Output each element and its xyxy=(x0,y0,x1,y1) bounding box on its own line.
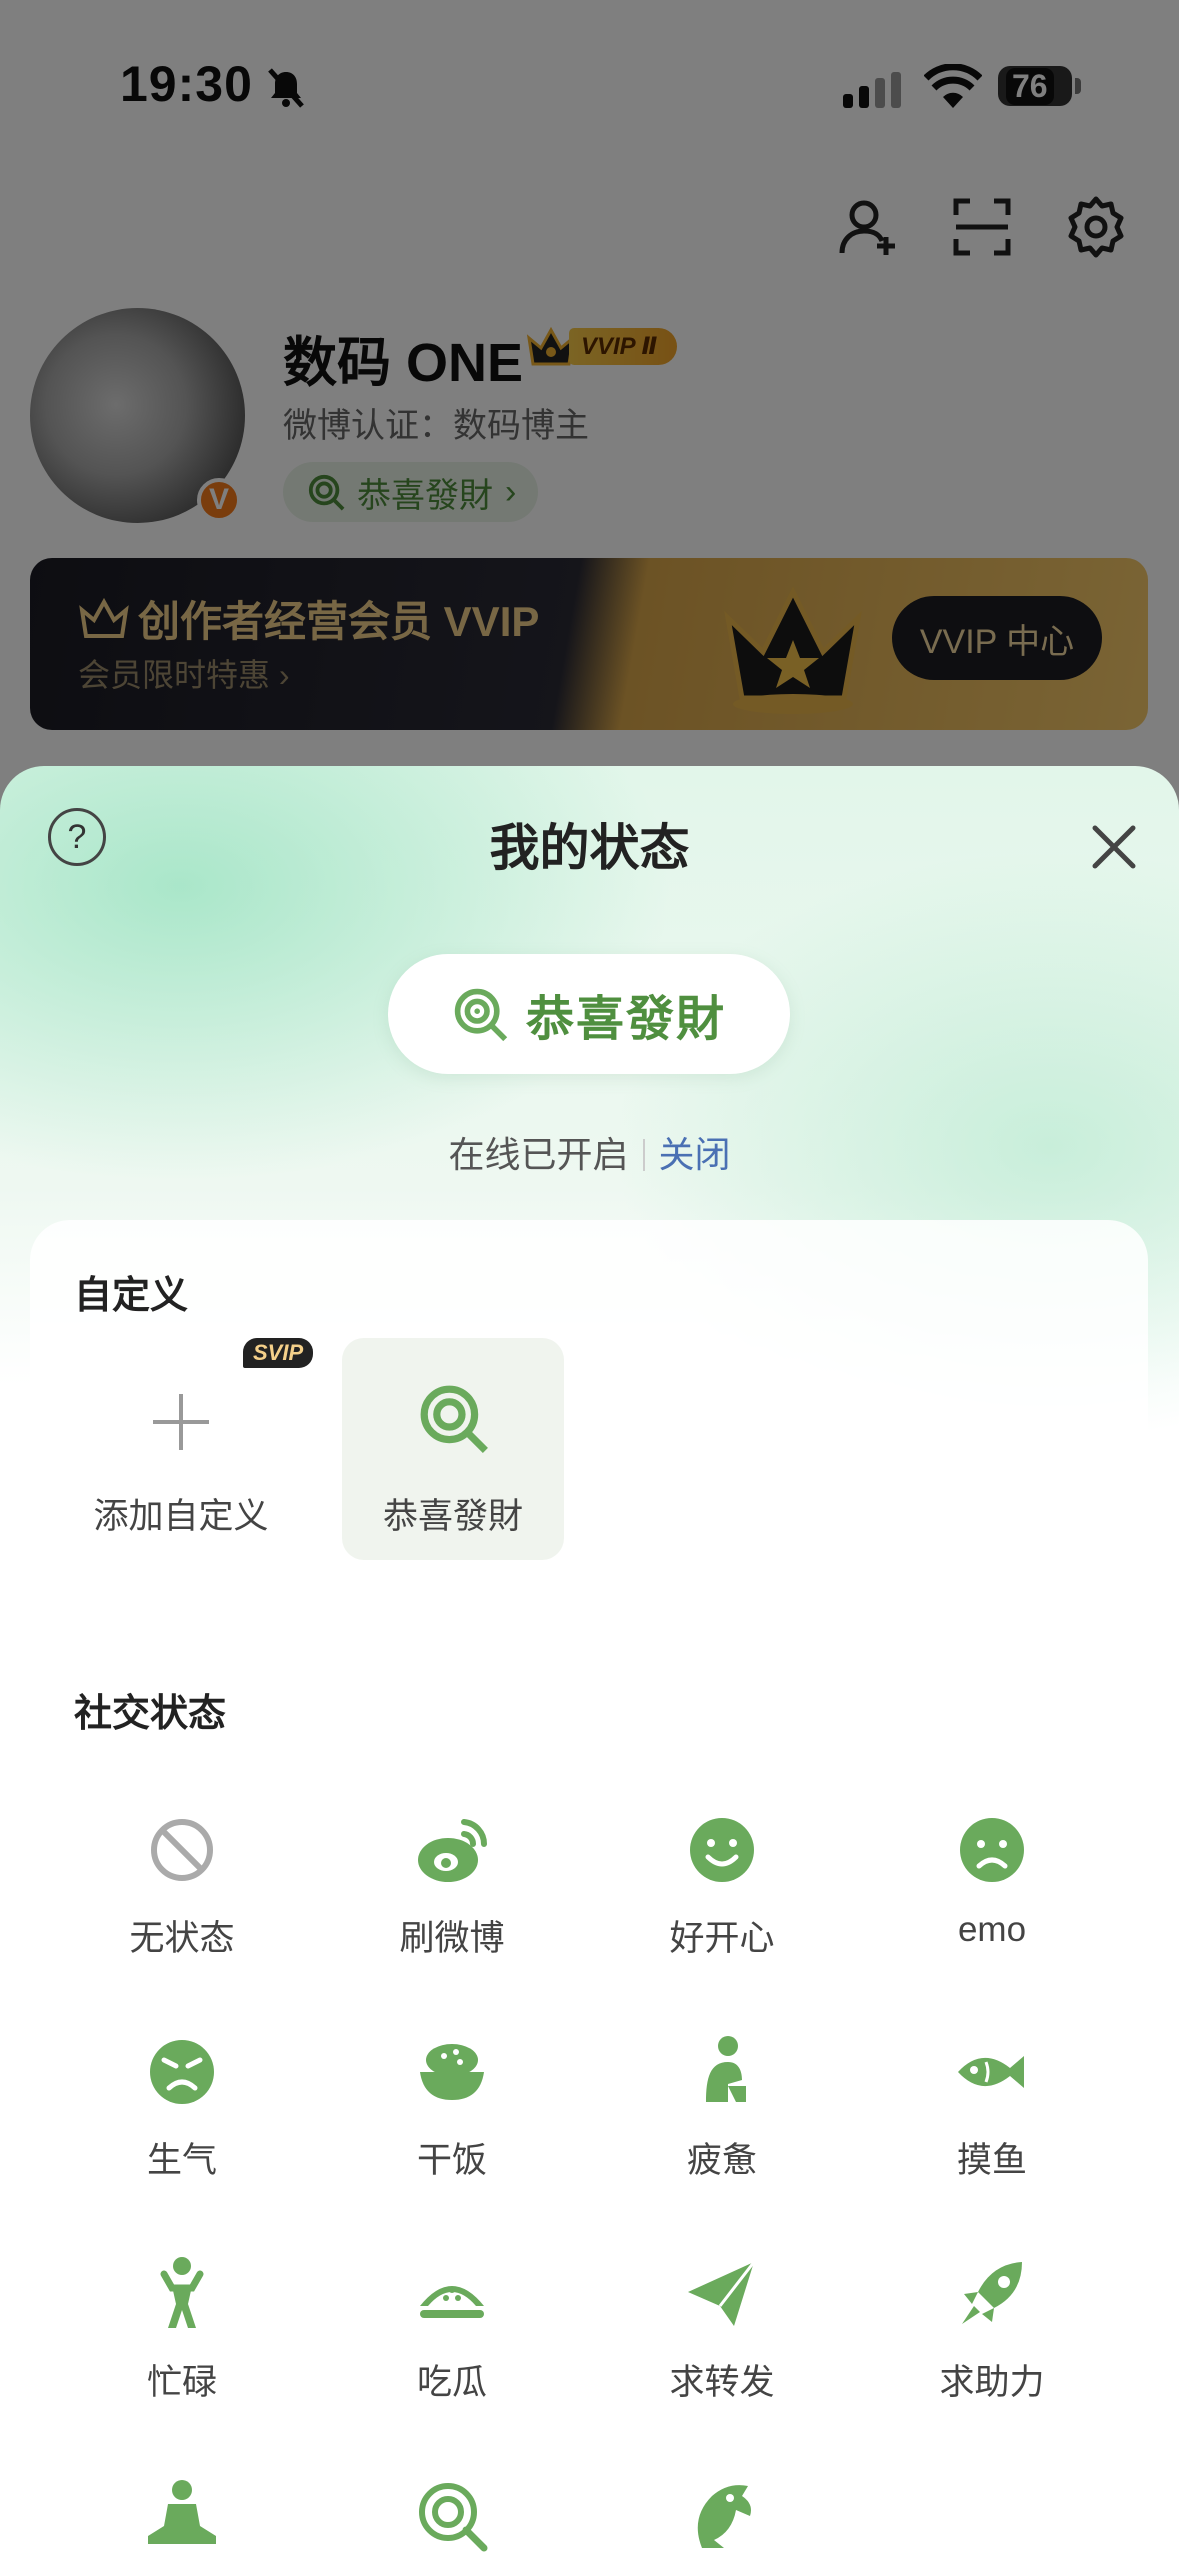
social-status-label: 无状态 xyxy=(129,1919,235,1958)
rice-bowl-icon xyxy=(420,2044,484,2100)
happy-face-icon xyxy=(690,1818,754,1882)
custom-status-item[interactable]: 恭喜發財 xyxy=(342,1338,564,1560)
social-status-label: 求转发 xyxy=(669,2363,775,2402)
custom-section: 自定义 添加自定义 SVIP 恭喜發財 xyxy=(30,1220,1148,1592)
meditation-icon xyxy=(148,2480,216,2544)
social-status-label: 好开心 xyxy=(669,1919,775,1958)
paper-plane-icon xyxy=(688,2261,756,2326)
status-icon-wrap xyxy=(317,2032,587,2112)
busy-person-icon xyxy=(160,2257,204,2328)
status-icon-wrap xyxy=(857,2032,1127,2112)
social-status-item[interactable] xyxy=(47,2476,317,2556)
social-status-item[interactable]: 忙碌 xyxy=(47,2254,317,2454)
sad-face-icon xyxy=(960,1818,1024,1882)
status-icon-wrap xyxy=(47,1810,317,1890)
social-status-label: 干饭 xyxy=(416,2141,487,2180)
status-icon-wrap xyxy=(317,2476,587,2556)
lollipop-icon xyxy=(454,988,508,1042)
watermelon-icon xyxy=(420,2286,484,2318)
dolphin-icon xyxy=(697,2485,751,2548)
rocket-icon xyxy=(962,2262,1022,2324)
current-status-pill[interactable]: 恭喜發財 xyxy=(388,954,790,1074)
weibo-icon xyxy=(418,1819,488,1882)
status-icon-wrap xyxy=(857,2254,1127,2334)
social-status-label: 疲惫 xyxy=(686,2141,757,2180)
status-icon-wrap xyxy=(587,1810,857,1890)
social-status-item[interactable]: 疲惫 xyxy=(587,2032,857,2232)
divider xyxy=(642,1139,645,1171)
social-status-item[interactable]: 无状态 xyxy=(47,1810,317,2010)
social-status-label: emo xyxy=(957,1910,1027,1949)
status-icon-wrap xyxy=(587,2476,857,2556)
social-status-label: 求助力 xyxy=(939,2363,1045,2402)
social-status-item[interactable]: 求转发 xyxy=(587,2254,857,2454)
status-icon-wrap xyxy=(317,1810,587,1890)
tired-person-icon xyxy=(706,2036,746,2102)
social-status-item[interactable]: 摸鱼 xyxy=(857,2032,1127,2232)
close-icon[interactable] xyxy=(1083,816,1145,878)
svip-badge: SVIP xyxy=(243,1338,314,1368)
social-status-label: 吃瓜 xyxy=(416,2363,487,2402)
current-status-label: 恭喜發財 xyxy=(525,993,726,1046)
status-icon-wrap xyxy=(317,2254,587,2334)
social-status-item[interactable] xyxy=(317,2476,587,2556)
online-text: 在线已开启 xyxy=(448,1134,629,1175)
angry-face-icon xyxy=(150,2040,214,2104)
add-custom-label: 添加自定义 xyxy=(93,1497,269,1536)
social-status-label: 忙碌 xyxy=(146,2363,217,2402)
lollipop-icon xyxy=(420,1385,488,1453)
status-icon-wrap xyxy=(47,2254,317,2334)
social-status-label: 摸鱼 xyxy=(956,2141,1027,2180)
social-status-item[interactable]: emo xyxy=(857,1810,1127,2010)
social-status-label: 生气 xyxy=(146,2141,217,2180)
lollipop-icon xyxy=(419,2483,488,2552)
custom-status-label: 恭喜發財 xyxy=(382,1497,523,1536)
custom-section-title: 自定义 xyxy=(74,1275,189,1317)
social-status-item[interactable]: 刷微博 xyxy=(317,1810,587,2010)
fish-icon xyxy=(958,2056,1024,2088)
add-custom-button[interactable]: 添加自定义 xyxy=(70,1338,292,1560)
social-status-label: 刷微博 xyxy=(399,1919,505,1958)
sheet-title: 我的状态 xyxy=(489,820,690,876)
social-status-item[interactable]: 生气 xyxy=(47,2032,317,2232)
social-status-item[interactable]: 干饭 xyxy=(317,2032,587,2232)
no-status-icon xyxy=(151,1819,213,1881)
social-status-item[interactable] xyxy=(587,2476,857,2556)
add-icon-wrap xyxy=(70,1382,292,1462)
turn-off-link[interactable]: 关闭 xyxy=(659,1134,731,1175)
status-icon-wrap xyxy=(47,2476,317,2556)
social-status-item[interactable]: 吃瓜 xyxy=(317,2254,587,2454)
status-icon-wrap xyxy=(587,2032,857,2112)
plus-icon xyxy=(153,1394,209,1450)
online-status-line: 在线已开启 关闭 xyxy=(0,1126,1179,1178)
social-status-item[interactable]: 求助力 xyxy=(857,2254,1127,2454)
social-section-title: 社交状态 xyxy=(74,1693,227,1735)
custom-status-icon-wrap xyxy=(342,1382,564,1462)
status-icon-wrap xyxy=(587,2254,857,2334)
status-icon-wrap xyxy=(857,1810,1127,1890)
status-bottom-sheet: ? 我的状态 恭喜發財 在线已开启 关闭 自定义 添加自定义 SVIP 恭喜發財… xyxy=(0,766,1179,2556)
social-status-item[interactable]: 好开心 xyxy=(587,1810,857,2010)
status-icon-wrap xyxy=(47,2032,317,2112)
